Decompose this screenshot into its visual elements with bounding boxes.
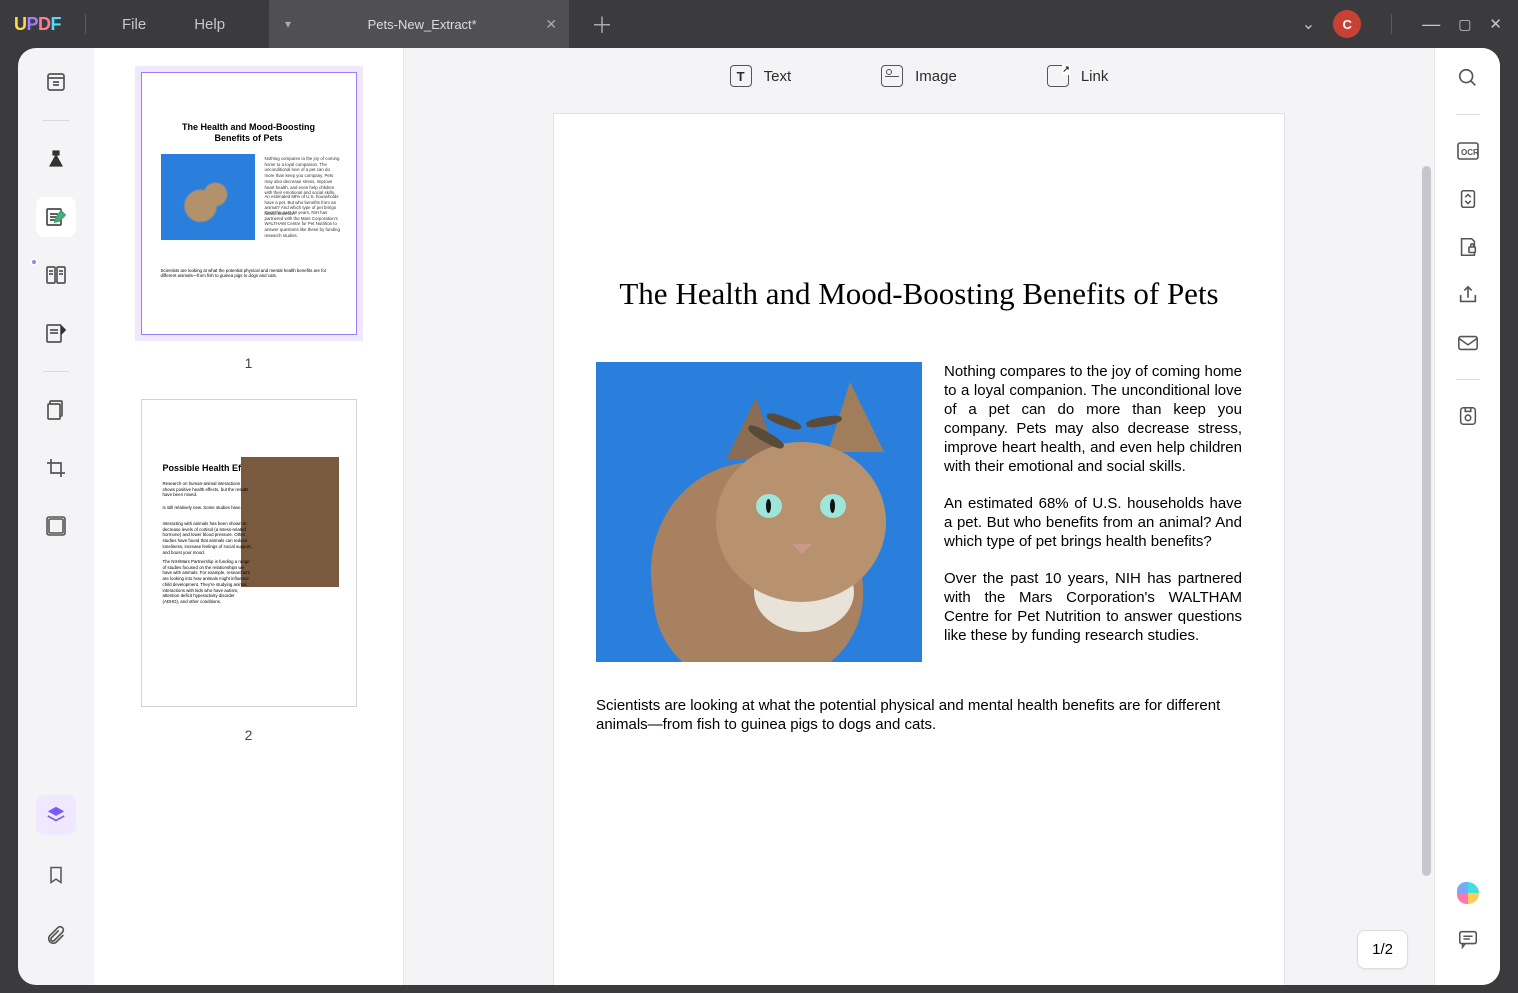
- ocr-icon[interactable]: OCR: [1453, 139, 1483, 163]
- edit-text-label: Text: [764, 68, 792, 85]
- reader-tool-icon[interactable]: [36, 62, 76, 102]
- page-thumbnail-1[interactable]: The Health and Mood-Boosting Benefits of…: [141, 72, 357, 335]
- document-title: The Health and Mood-Boosting Benefits of…: [596, 276, 1242, 312]
- thumbnail-panel: The Health and Mood-Boosting Benefits of…: [94, 48, 404, 985]
- link-icon: [1047, 65, 1069, 87]
- crop-tool-icon[interactable]: [36, 448, 76, 488]
- save-icon[interactable]: [1453, 404, 1483, 428]
- menu-file[interactable]: File: [98, 6, 170, 43]
- rail-indicator-dot: [30, 258, 38, 266]
- redact-tool-icon[interactable]: [36, 506, 76, 546]
- document-text-column[interactable]: Nothing compares to the joy of coming ho…: [944, 362, 1242, 662]
- edit-link-label: Link: [1081, 68, 1109, 85]
- edit-link-button[interactable]: Link: [1047, 65, 1109, 87]
- page-indicator[interactable]: 1/2: [1357, 930, 1408, 969]
- share-icon[interactable]: [1453, 283, 1483, 307]
- tab-title: Pets-New_Extract*: [315, 17, 529, 32]
- bookmark-panel-icon[interactable]: [36, 855, 76, 895]
- form-tool-icon[interactable]: [36, 255, 76, 295]
- main-area: T Text Image Link The Health and Mood-Bo…: [404, 48, 1434, 985]
- separator: [43, 120, 69, 121]
- document-page[interactable]: The Health and Mood-Boosting Benefits of…: [554, 114, 1284, 985]
- organize-tool-icon[interactable]: [36, 313, 76, 353]
- right-toolbar: OCR: [1434, 48, 1500, 985]
- paragraph: An estimated 68% of U.S. households have…: [944, 494, 1242, 551]
- comment-icon[interactable]: [1453, 927, 1483, 951]
- attachment-panel-icon[interactable]: [36, 915, 76, 955]
- thumb-title: The Health and Mood-Boosting Benefits of…: [181, 122, 317, 144]
- document-viewport[interactable]: The Health and Mood-Boosting Benefits of…: [404, 104, 1434, 985]
- user-avatar[interactable]: C: [1333, 10, 1361, 38]
- divider: [1391, 14, 1392, 34]
- document-tab[interactable]: ▾ Pets-New_Extract* ✕: [269, 0, 569, 48]
- image-icon: [881, 65, 903, 87]
- tab-menu-chevron-icon[interactable]: ▾: [285, 17, 291, 31]
- search-icon[interactable]: [1453, 66, 1483, 90]
- protect-icon[interactable]: [1453, 235, 1483, 259]
- app-frame: The Health and Mood-Boosting Benefits of…: [18, 48, 1500, 985]
- document-image[interactable]: [596, 362, 922, 662]
- convert-icon[interactable]: [1453, 187, 1483, 211]
- thumb-image: [161, 154, 255, 240]
- thumb-page-number: 1: [245, 355, 253, 371]
- separator: [1456, 114, 1480, 115]
- app-logo: UPDF: [14, 14, 61, 35]
- svg-text:OCR: OCR: [1461, 148, 1479, 157]
- edit-toolbar: T Text Image Link: [404, 48, 1434, 104]
- email-icon[interactable]: [1453, 331, 1483, 355]
- dropdown-icon[interactable]: ⌄: [1302, 14, 1315, 34]
- page-thumbnail-2[interactable]: Possible Health Effects Research on huma…: [141, 399, 357, 707]
- edit-text-button[interactable]: T Text: [730, 65, 792, 87]
- edit-tool-icon[interactable]: [36, 197, 76, 237]
- ai-assistant-icon[interactable]: [1453, 881, 1483, 905]
- separator: [1456, 379, 1480, 380]
- paragraph: Scientists are looking at what the poten…: [596, 696, 1242, 734]
- divider: [85, 14, 86, 34]
- paragraph: Over the past 10 years, NIH has partnere…: [944, 569, 1242, 645]
- vertical-scrollbar[interactable]: [1422, 166, 1431, 946]
- window-minimize-icon[interactable]: —: [1422, 14, 1440, 35]
- highlighter-tool-icon[interactable]: [36, 139, 76, 179]
- window-maximize-icon[interactable]: ▢: [1458, 16, 1471, 33]
- left-toolbar: [18, 48, 94, 985]
- edit-image-button[interactable]: Image: [881, 65, 957, 87]
- new-tab-button[interactable]: ＋: [591, 8, 613, 40]
- separator: [43, 371, 69, 372]
- paragraph: Nothing compares to the joy of coming ho…: [944, 362, 1242, 476]
- titlebar: UPDF File Help ▾ Pets-New_Extract* ✕ ＋ ⌄…: [0, 0, 1518, 48]
- tab-close-icon[interactable]: ✕: [545, 16, 557, 33]
- edit-image-label: Image: [915, 68, 957, 85]
- text-icon: T: [730, 65, 752, 87]
- menu-help[interactable]: Help: [170, 6, 249, 43]
- window-close-icon[interactable]: ✕: [1489, 15, 1502, 33]
- scrollbar-thumb[interactable]: [1422, 166, 1431, 876]
- thumb-page-number: 2: [245, 727, 253, 743]
- thumb-image: [241, 457, 339, 587]
- thumbnails-panel-icon[interactable]: [36, 795, 76, 835]
- pages-tool-icon[interactable]: [36, 390, 76, 430]
